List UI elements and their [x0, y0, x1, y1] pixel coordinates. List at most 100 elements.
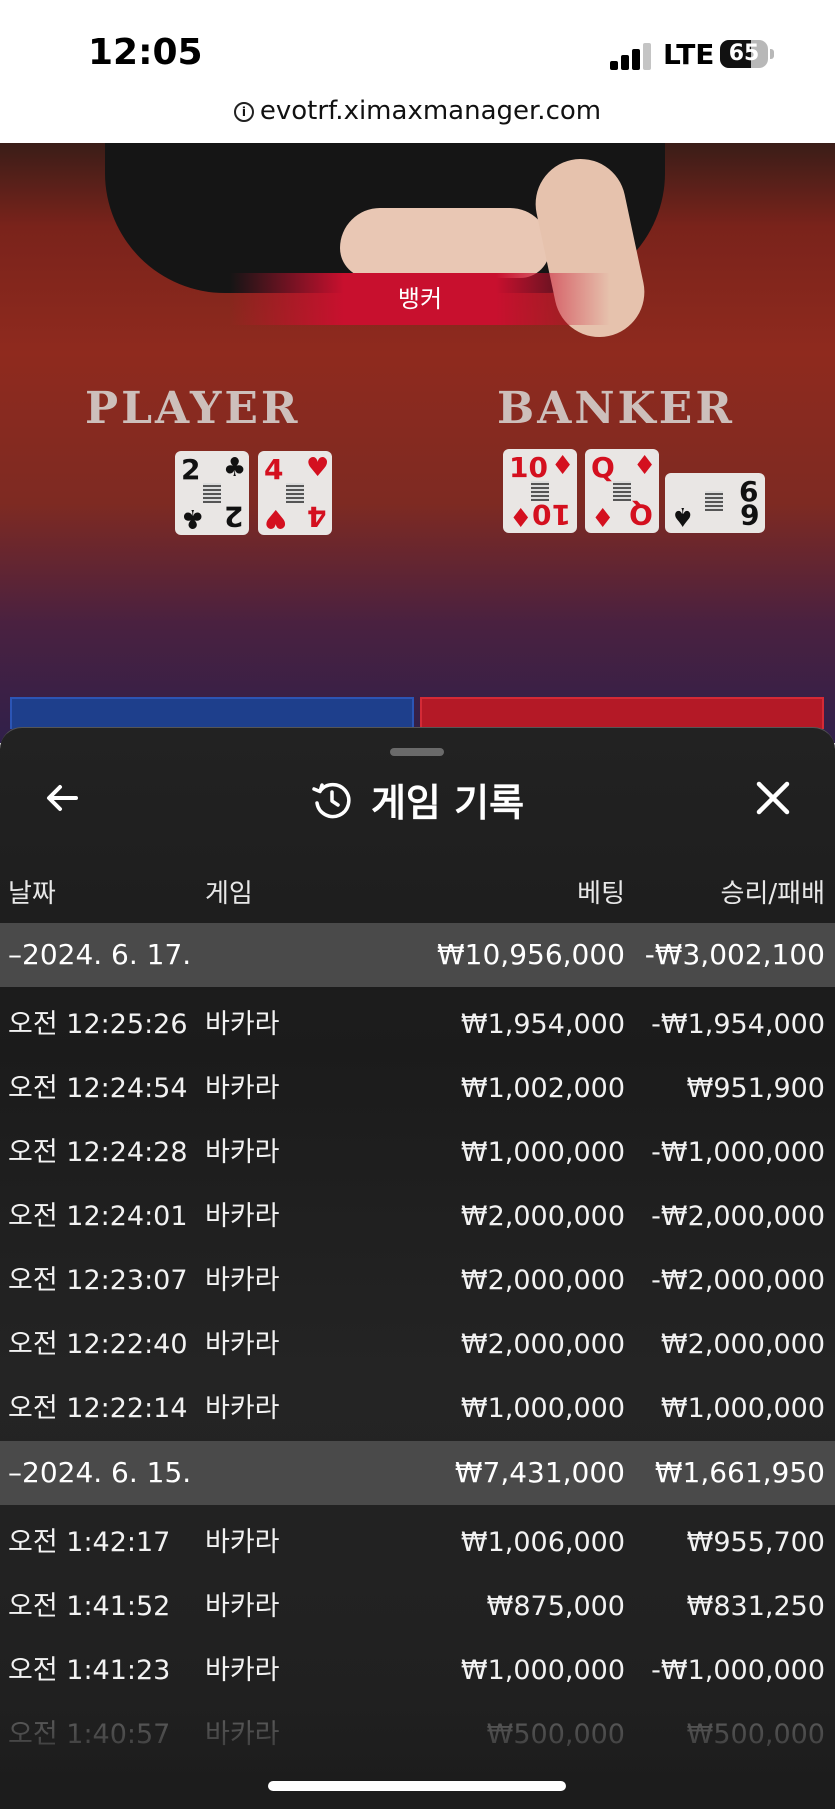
- player-bet-area[interactable]: [10, 697, 414, 729]
- table-row[interactable]: 오전 12:25:26 바카라 ₩1,954,000 -₩1,954,000: [0, 993, 835, 1057]
- card-suit-inverted: ♣: [181, 503, 205, 533]
- row-bet: ₩1,006,000: [460, 1527, 625, 1558]
- table-row[interactable]: 오전 1:41:52 바카라 ₩875,000 ₩831,250: [0, 1575, 835, 1639]
- row-time: 오전 12:23:07: [8, 1265, 188, 1296]
- sheet-header: 게임 기록: [0, 772, 835, 827]
- barcode-icon: [286, 483, 304, 503]
- row-result: ₩955,700: [686, 1527, 825, 1558]
- banker-tag: 뱅커: [230, 273, 610, 325]
- network-type: LTE: [663, 38, 715, 71]
- banker-bet-area[interactable]: [420, 697, 824, 729]
- row-time: 오전 12:24:01: [8, 1201, 188, 1232]
- barcode-icon: [705, 491, 723, 511]
- column-result[interactable]: 승리/패배: [721, 873, 825, 910]
- barcode-icon: [203, 483, 221, 503]
- row-result: ₩1,000,000: [660, 1393, 825, 1424]
- card-suit: ♥: [306, 453, 330, 483]
- battery-cap: [770, 49, 774, 59]
- table-row[interactable]: 오전 12:22:40 바카라 ₩2,000,000 ₩2,000,000: [0, 1313, 835, 1377]
- row-game: 바카라: [205, 1591, 280, 1622]
- signal-icon: [610, 42, 654, 70]
- card-rank-inverted: Q: [629, 498, 653, 531]
- row-bet: ₩1,002,000: [460, 1073, 625, 1104]
- info-icon[interactable]: i: [233, 102, 254, 122]
- player-label: PLAYER: [85, 383, 301, 434]
- card-rank-inverted: 4: [306, 500, 326, 533]
- player-card: 4 ♥ ♥ 4: [258, 451, 332, 535]
- table-row[interactable]: 오전 12:23:07 바카라 ₩2,000,000 -₩2,000,000: [0, 1249, 835, 1313]
- card-rank: 2: [181, 453, 201, 486]
- table-row[interactable]: 오전 1:41:23 바카라 ₩1,000,000 -₩1,000,000: [0, 1639, 835, 1703]
- card-rank-inverted: 10: [532, 498, 571, 531]
- sheet-grabber[interactable]: [390, 748, 444, 756]
- row-game: 바카라: [205, 1393, 280, 1424]
- row-game: 바카라: [205, 1527, 280, 1558]
- row-result: -₩1,000,000: [651, 1137, 825, 1168]
- row-result: -₩2,000,000: [651, 1265, 825, 1296]
- card-rank-inverted: 6: [739, 498, 759, 531]
- history-clock-icon: [312, 782, 351, 818]
- card-suit: ♣: [223, 453, 247, 483]
- row-result: -₩1,954,000: [651, 1009, 825, 1040]
- row-bet: ₩1,954,000: [460, 1009, 625, 1040]
- group-date: –2024. 6. 17.: [8, 938, 192, 971]
- row-time: 오전 1:41:23: [8, 1655, 171, 1686]
- close-icon[interactable]: [753, 778, 793, 818]
- row-game: 바카라: [205, 1073, 280, 1104]
- table-row[interactable]: 오전 12:24:54 바카라 ₩1,002,000 ₩951,900: [0, 1057, 835, 1121]
- column-date[interactable]: 날짜: [8, 873, 56, 910]
- table-row[interactable]: 오전 1:42:17 바카라 ₩1,006,000 ₩955,700: [0, 1511, 835, 1575]
- row-time: 오전 12:22:14: [8, 1393, 188, 1424]
- dealer-hand-left: [340, 208, 550, 278]
- date-group-row[interactable]: –2024. 6. 17. ₩10,956,000 -₩3,002,100: [0, 923, 835, 987]
- url-text: evotrf.ximaxmanager.com: [259, 96, 602, 126]
- group-date: –2024. 6. 15.: [8, 1456, 192, 1489]
- row-bet: ₩1,000,000: [460, 1655, 625, 1686]
- table-row[interactable]: 오전 12:24:01 바카라 ₩2,000,000 -₩2,000,000: [0, 1185, 835, 1249]
- row-game: 바카라: [205, 1009, 280, 1040]
- column-game[interactable]: 게임: [205, 873, 253, 910]
- sheet-title: 게임 기록: [370, 781, 525, 825]
- row-result: ₩831,250: [686, 1591, 825, 1622]
- row-result: -₩2,000,000: [651, 1201, 825, 1232]
- card-rank: 4: [264, 453, 284, 486]
- row-game: 바카라: [205, 1329, 280, 1360]
- row-bet: ₩2,000,000: [460, 1329, 625, 1360]
- card-rank: 10: [509, 451, 548, 484]
- row-result: -₩1,000,000: [651, 1655, 825, 1686]
- history-table: –2024. 6. 17. ₩10,956,000 -₩3,002,100 오전 12…: [0, 923, 835, 1767]
- date-group-row[interactable]: –2024. 6. 15. ₩7,431,000 ₩1,661,950: [0, 1441, 835, 1505]
- banker-label: BANKER: [497, 383, 735, 434]
- row-time: 오전 12:24:28: [8, 1137, 188, 1168]
- live-game-view: 뱅커 PLAYER BANKER 2♣♣24♥♥4 10♦♦10Q♦♦Q6♠♠6: [0, 143, 835, 743]
- card-suit-inverted: ♠: [671, 501, 695, 531]
- card-suit-inverted: ♦: [509, 501, 533, 531]
- clock: 12:05: [88, 32, 203, 73]
- card-suit: ♦: [551, 451, 575, 481]
- group-bet-total: ₩7,431,000: [454, 1456, 625, 1489]
- column-bet[interactable]: 베팅: [577, 873, 625, 910]
- row-game: 바카라: [205, 1655, 280, 1686]
- table-row[interactable]: 오전 12:22:14 바카라 ₩1,000,000 ₩1,000,000: [0, 1377, 835, 1441]
- row-time: 오전 12:22:40: [8, 1329, 188, 1360]
- battery-icon: 65: [720, 40, 768, 68]
- card-rank-inverted: 2: [223, 500, 243, 533]
- player-card: 2 ♣ ♣ 2: [175, 451, 249, 535]
- row-bet: ₩1,000,000: [460, 1393, 625, 1424]
- row-bet: ₩1,000,000: [460, 1137, 625, 1168]
- banker-card: 10 ♦ ♦ 10: [503, 449, 577, 533]
- home-indicator[interactable]: [268, 1781, 566, 1791]
- group-result-total: -₩3,002,100: [644, 938, 825, 971]
- row-time: 오전 1:42:17: [8, 1527, 171, 1558]
- row-game: 바카라: [205, 1201, 280, 1232]
- table-row[interactable]: 오전 12:24:28 바카라 ₩1,000,000 -₩1,000,000: [0, 1121, 835, 1185]
- banker-card: Q ♦ ♦ Q: [585, 449, 659, 533]
- group-result-total: ₩1,661,950: [654, 1456, 825, 1489]
- card-suit-inverted: ♥: [264, 503, 288, 533]
- row-game: 바카라: [205, 1137, 280, 1168]
- battery-percent: 65: [728, 41, 760, 66]
- card-suit-inverted: ♦: [591, 501, 615, 531]
- address-bar[interactable]: i evotrf.ximaxmanager.com: [0, 96, 835, 126]
- row-time: 오전 12:24:54: [8, 1073, 188, 1104]
- row-result: ₩2,000,000: [660, 1329, 825, 1360]
